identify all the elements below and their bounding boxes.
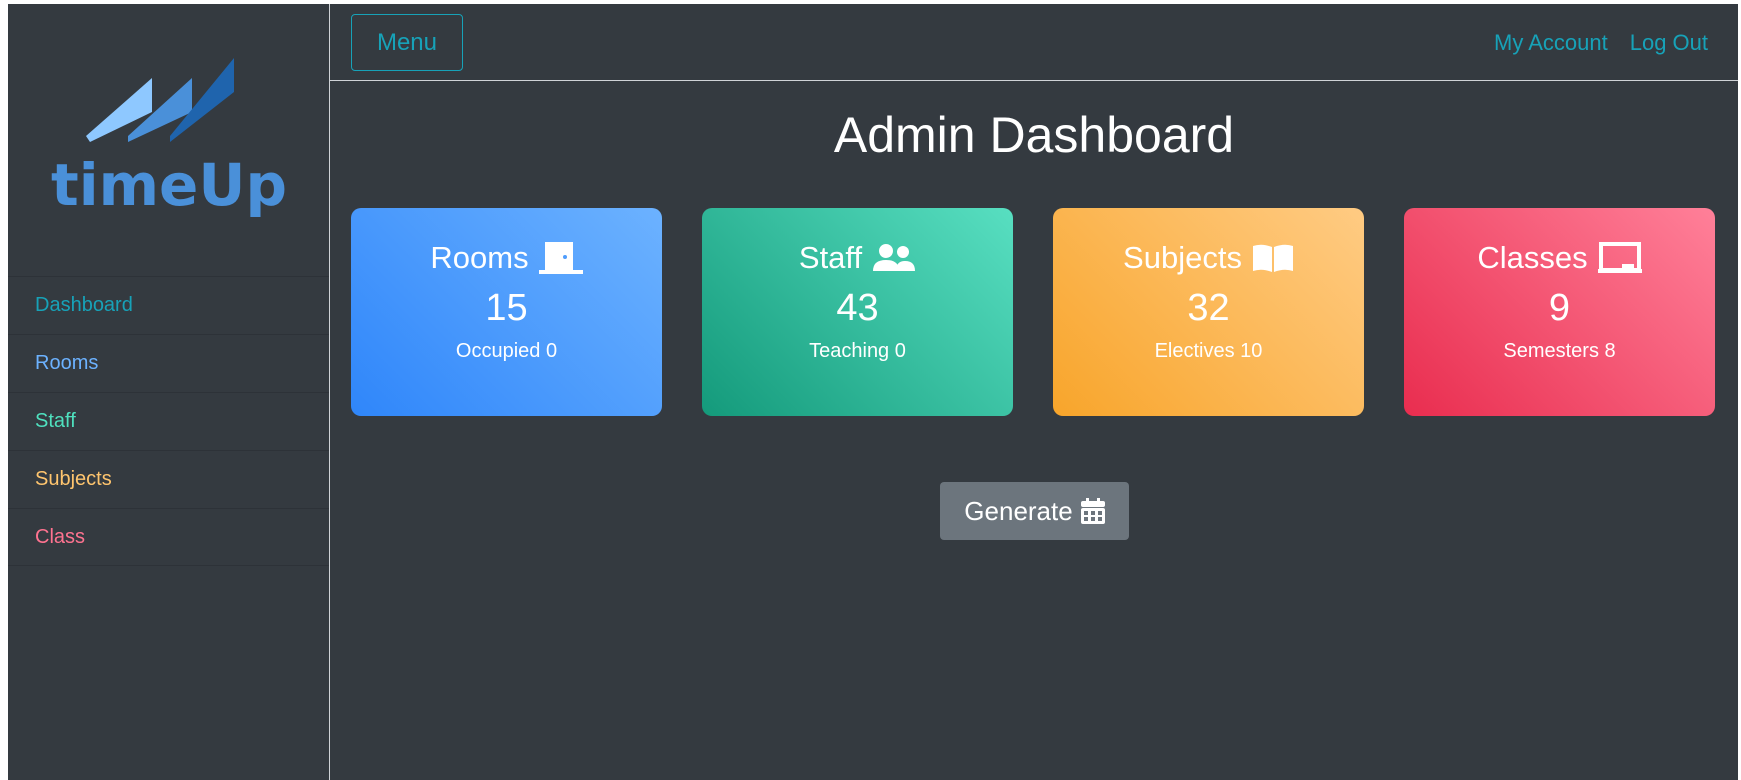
- sidebar-item-dashboard[interactable]: Dashboard: [8, 276, 329, 334]
- card-value: 43: [836, 287, 879, 329]
- card-header: Rooms: [351, 240, 662, 276]
- chalkboard-icon: [1597, 242, 1642, 273]
- card-value: 15: [485, 287, 528, 329]
- sidebar-item-label: Subjects: [35, 468, 112, 490]
- sidebar: timeUp Dashboard Rooms Staff Subjects Cl…: [8, 4, 330, 780]
- card-value: 9: [1548, 287, 1571, 329]
- card-value: 32: [1187, 287, 1230, 329]
- sidebar-item-label: Staff: [35, 410, 76, 432]
- sidebar-item-label: Dashboard: [35, 294, 133, 316]
- sidebar-item-staff[interactable]: Staff: [8, 392, 329, 450]
- sidebar-item-subjects[interactable]: Subjects: [8, 450, 329, 508]
- card-title: Staff: [798, 240, 863, 275]
- users-icon: [873, 244, 916, 271]
- log-out-link[interactable]: Log Out: [1630, 30, 1708, 56]
- card-header: Staff: [702, 240, 1013, 276]
- page-title: Admin Dashboard: [833, 107, 1235, 163]
- card-title: Rooms: [430, 240, 529, 275]
- card-title: Classes: [1477, 240, 1588, 275]
- card-subtext: Occupied 0: [455, 340, 558, 362]
- sidebar-item-label: Rooms: [35, 352, 99, 374]
- my-account-link[interactable]: My Account: [1494, 30, 1608, 56]
- book-icon: [1252, 244, 1293, 272]
- top-bar: Menu My Account Log Out: [330, 4, 1738, 81]
- menu-button[interactable]: Menu: [351, 14, 463, 71]
- card-subtext: Semesters 8: [1503, 340, 1616, 362]
- brand-name: timeUp: [51, 151, 287, 219]
- card-subtext: Electives 10: [1154, 340, 1263, 362]
- generate-button[interactable]: Generate: [940, 482, 1129, 540]
- door-icon: [538, 242, 583, 274]
- subjects-card[interactable]: Subjects 32 Electives 10: [1053, 208, 1364, 416]
- classes-card[interactable]: Classes 9 Semesters 8: [1404, 208, 1715, 416]
- card-header: Classes: [1404, 240, 1715, 276]
- staff-card[interactable]: Staff 43 Teaching 0: [702, 208, 1013, 416]
- rooms-card[interactable]: Rooms 15 Occupied 0: [351, 208, 662, 416]
- app-frame: timeUp Dashboard Rooms Staff Subjects Cl…: [8, 4, 1738, 780]
- sidebar-nav: Dashboard Rooms Staff Subjects Class: [8, 276, 329, 566]
- sidebar-item-rooms[interactable]: Rooms: [8, 334, 329, 392]
- card-subtext: Teaching 0: [809, 340, 906, 362]
- generate-label: Generate: [964, 495, 1073, 526]
- logo[interactable]: timeUp: [8, 4, 330, 276]
- calendar-icon: [1080, 498, 1105, 524]
- logo-mark-icon: [86, 58, 234, 142]
- card-title: Subjects: [1123, 240, 1242, 275]
- card-header: Subjects: [1053, 240, 1364, 276]
- sidebar-item-label: Class: [35, 525, 86, 548]
- sidebar-item-class[interactable]: Class: [8, 508, 329, 566]
- account-links: My Account Log Out: [1494, 30, 1708, 56]
